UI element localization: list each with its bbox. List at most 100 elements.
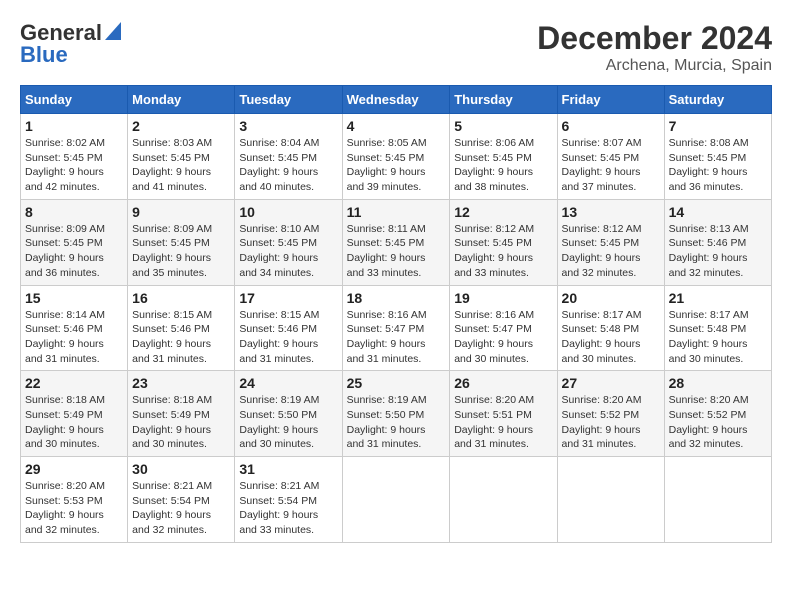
calendar-cell: 23 Sunrise: 8:18 AMSunset: 5:49 PMDayligh… — [128, 371, 235, 457]
cell-day-number: 13 — [562, 204, 660, 220]
calendar-cell: 30 Sunrise: 8:21 AMSunset: 5:54 PMDayligh… — [128, 457, 235, 543]
cell-info: Sunrise: 8:16 AMSunset: 5:47 PMDaylight:… — [347, 308, 446, 367]
logo: General Blue — [20, 20, 121, 68]
cell-day-number: 18 — [347, 290, 446, 306]
calendar-week-row: 22 Sunrise: 8:18 AMSunset: 5:49 PMDayligh… — [21, 371, 772, 457]
cell-day-number: 20 — [562, 290, 660, 306]
calendar-table: SundayMondayTuesdayWednesdayThursdayFrid… — [20, 85, 772, 543]
logo-triangle-icon — [105, 22, 121, 40]
weekday-header-monday: Monday — [128, 86, 235, 114]
calendar-cell — [342, 457, 450, 543]
cell-info: Sunrise: 8:13 AMSunset: 5:46 PMDaylight:… — [669, 222, 767, 281]
calendar-week-row: 8Sunrise: 8:09 AMSunset: 5:45 PMDaylight… — [21, 199, 772, 285]
calendar-cell — [557, 457, 664, 543]
cell-day-number: 23 — [132, 375, 230, 391]
calendar-cell: 29 Sunrise: 8:20 AMSunset: 5:53 PMDayligh… — [21, 457, 128, 543]
title-block: December 2024 Archena, Murcia, Spain — [537, 20, 772, 75]
cell-day-number: 3 — [239, 118, 337, 134]
cell-day-number: 31 — [239, 461, 337, 477]
cell-info: Sunrise: 8:20 AMSunset: 5:53 PMDaylight:… — [25, 479, 123, 538]
weekday-header-thursday: Thursday — [450, 86, 557, 114]
cell-day-number: 5 — [454, 118, 552, 134]
page-header: General Blue December 2024 Archena, Murc… — [20, 20, 772, 75]
calendar-cell: 31 Sunrise: 8:21 AMSunset: 5:54 PMDayligh… — [235, 457, 342, 543]
cell-day-number: 16 — [132, 290, 230, 306]
calendar-cell: 9Sunrise: 8:09 AMSunset: 5:45 PMDaylight… — [128, 199, 235, 285]
cell-info: Sunrise: 8:10 AMSunset: 5:45 PMDaylight:… — [239, 222, 337, 281]
cell-day-number: 26 — [454, 375, 552, 391]
cell-day-number: 27 — [562, 375, 660, 391]
cell-day-number: 29 — [25, 461, 123, 477]
cell-info: Sunrise: 8:08 AMSunset: 5:45 PMDaylight:… — [669, 136, 767, 195]
cell-day-number: 28 — [669, 375, 767, 391]
calendar-week-row: 15Sunrise: 8:14 AMSunset: 5:46 PMDayligh… — [21, 285, 772, 371]
cell-day-number: 11 — [347, 204, 446, 220]
cell-day-number: 24 — [239, 375, 337, 391]
calendar-cell: 22 Sunrise: 8:18 AMSunset: 5:49 PMDayligh… — [21, 371, 128, 457]
cell-day-number: 14 — [669, 204, 767, 220]
cell-info: Sunrise: 8:04 AMSunset: 5:45 PMDaylight:… — [239, 136, 337, 195]
calendar-week-row: 29 Sunrise: 8:20 AMSunset: 5:53 PMDayligh… — [21, 457, 772, 543]
location-title: Archena, Murcia, Spain — [537, 57, 772, 75]
cell-info: Sunrise: 8:17 AMSunset: 5:48 PMDaylight:… — [669, 308, 767, 367]
cell-info: Sunrise: 8:05 AMSunset: 5:45 PMDaylight:… — [347, 136, 446, 195]
cell-info: Sunrise: 8:06 AMSunset: 5:45 PMDaylight:… — [454, 136, 552, 195]
cell-day-number: 4 — [347, 118, 446, 134]
cell-day-number: 30 — [132, 461, 230, 477]
calendar-cell: 18 Sunrise: 8:16 AMSunset: 5:47 PMDayligh… — [342, 285, 450, 371]
calendar-cell: 17Sunrise: 8:15 AMSunset: 5:46 PMDayligh… — [235, 285, 342, 371]
weekday-header-sunday: Sunday — [21, 86, 128, 114]
month-title: December 2024 — [537, 20, 772, 57]
cell-day-number: 17 — [239, 290, 337, 306]
calendar-cell: 3 Sunrise: 8:04 AMSunset: 5:45 PMDaylight… — [235, 114, 342, 200]
cell-day-number: 7 — [669, 118, 767, 134]
calendar-cell: 11Sunrise: 8:11 AMSunset: 5:45 PMDayligh… — [342, 199, 450, 285]
calendar-cell: 20 Sunrise: 8:17 AMSunset: 5:48 PMDayligh… — [557, 285, 664, 371]
cell-info: Sunrise: 8:21 AMSunset: 5:54 PMDaylight:… — [132, 479, 230, 538]
cell-info: Sunrise: 8:15 AMSunset: 5:46 PMDaylight:… — [132, 308, 230, 367]
cell-info: Sunrise: 8:20 AMSunset: 5:52 PMDaylight:… — [562, 393, 660, 452]
calendar-cell: 16 Sunrise: 8:15 AMSunset: 5:46 PMDayligh… — [128, 285, 235, 371]
calendar-cell: 14 Sunrise: 8:13 AMSunset: 5:46 PMDayligh… — [664, 199, 771, 285]
calendar-cell: 4 Sunrise: 8:05 AMSunset: 5:45 PMDaylight… — [342, 114, 450, 200]
calendar-cell: 21 Sunrise: 8:17 AMSunset: 5:48 PMDayligh… — [664, 285, 771, 371]
weekday-header-tuesday: Tuesday — [235, 86, 342, 114]
calendar-cell: 8Sunrise: 8:09 AMSunset: 5:45 PMDaylight… — [21, 199, 128, 285]
calendar-cell: 19Sunrise: 8:16 AMSunset: 5:47 PMDayligh… — [450, 285, 557, 371]
cell-day-number: 6 — [562, 118, 660, 134]
cell-day-number: 12 — [454, 204, 552, 220]
cell-info: Sunrise: 8:17 AMSunset: 5:48 PMDaylight:… — [562, 308, 660, 367]
weekday-header-wednesday: Wednesday — [342, 86, 450, 114]
calendar-cell: 10Sunrise: 8:10 AMSunset: 5:45 PMDayligh… — [235, 199, 342, 285]
logo-blue-text: Blue — [20, 42, 68, 68]
calendar-cell: 2Sunrise: 8:03 AMSunset: 5:45 PMDaylight… — [128, 114, 235, 200]
cell-info: Sunrise: 8:18 AMSunset: 5:49 PMDaylight:… — [25, 393, 123, 452]
cell-day-number: 25 — [347, 375, 446, 391]
cell-info: Sunrise: 8:19 AMSunset: 5:50 PMDaylight:… — [239, 393, 337, 452]
cell-info: Sunrise: 8:02 AMSunset: 5:45 PMDaylight:… — [25, 136, 123, 195]
cell-day-number: 1 — [25, 118, 123, 134]
calendar-cell: 13 Sunrise: 8:12 AMSunset: 5:45 PMDayligh… — [557, 199, 664, 285]
cell-day-number: 2 — [132, 118, 230, 134]
calendar-cell: 26 Sunrise: 8:20 AMSunset: 5:51 PMDayligh… — [450, 371, 557, 457]
cell-day-number: 21 — [669, 290, 767, 306]
calendar-cell — [664, 457, 771, 543]
calendar-cell: 15Sunrise: 8:14 AMSunset: 5:46 PMDayligh… — [21, 285, 128, 371]
cell-info: Sunrise: 8:12 AMSunset: 5:45 PMDaylight:… — [562, 222, 660, 281]
cell-info: Sunrise: 8:12 AMSunset: 5:45 PMDaylight:… — [454, 222, 552, 281]
weekday-header-friday: Friday — [557, 86, 664, 114]
calendar-cell: 28Sunrise: 8:20 AMSunset: 5:52 PMDayligh… — [664, 371, 771, 457]
cell-info: Sunrise: 8:20 AMSunset: 5:51 PMDaylight:… — [454, 393, 552, 452]
cell-info: Sunrise: 8:21 AMSunset: 5:54 PMDaylight:… — [239, 479, 337, 538]
calendar-week-row: 1 Sunrise: 8:02 AMSunset: 5:45 PMDaylight… — [21, 114, 772, 200]
cell-day-number: 22 — [25, 375, 123, 391]
cell-info: Sunrise: 8:16 AMSunset: 5:47 PMDaylight:… — [454, 308, 552, 367]
calendar-cell: 27 Sunrise: 8:20 AMSunset: 5:52 PMDayligh… — [557, 371, 664, 457]
cell-info: Sunrise: 8:19 AMSunset: 5:50 PMDaylight:… — [347, 393, 446, 452]
calendar-cell: 7 Sunrise: 8:08 AMSunset: 5:45 PMDaylight… — [664, 114, 771, 200]
calendar-cell: 25 Sunrise: 8:19 AMSunset: 5:50 PMDayligh… — [342, 371, 450, 457]
calendar-cell: 1 Sunrise: 8:02 AMSunset: 5:45 PMDaylight… — [21, 114, 128, 200]
cell-day-number: 9 — [132, 204, 230, 220]
cell-info: Sunrise: 8:18 AMSunset: 5:49 PMDaylight:… — [132, 393, 230, 452]
calendar-cell — [450, 457, 557, 543]
